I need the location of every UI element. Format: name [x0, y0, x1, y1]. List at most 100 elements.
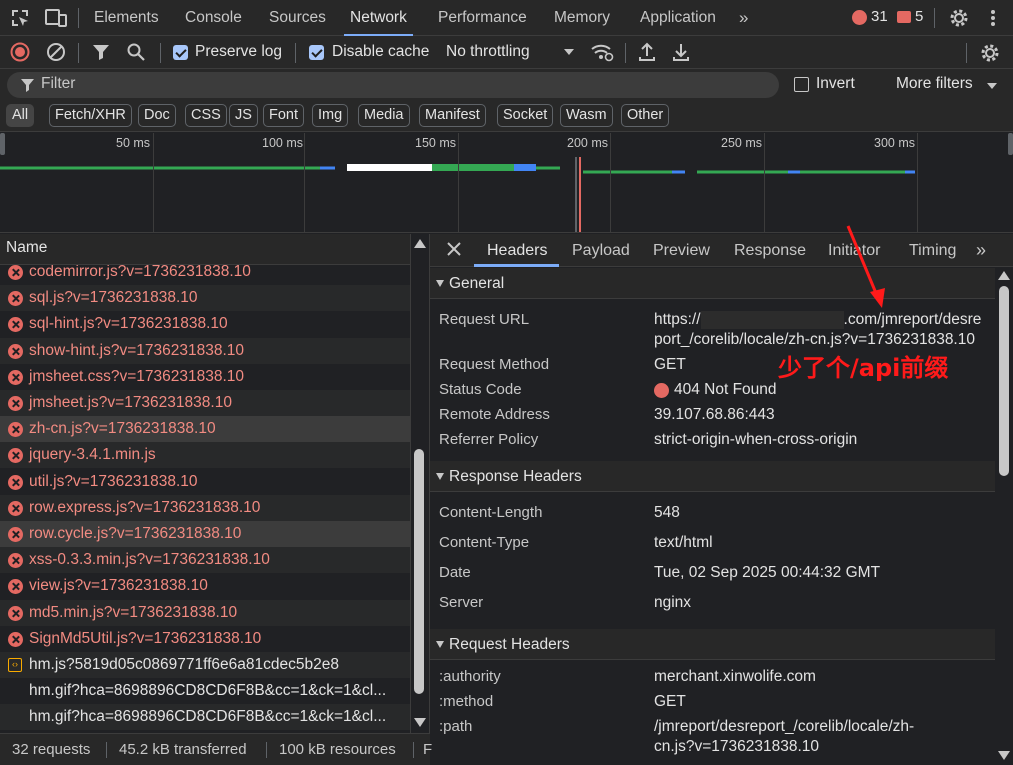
details-scrollbar[interactable] — [996, 267, 1013, 765]
tab-performance[interactable]: Performance — [438, 0, 527, 36]
collapse-triangle-icon — [436, 280, 444, 287]
request-name: show-hint.js?v=1736231838.10 — [29, 341, 245, 359]
script-file-icon: ‹› — [8, 658, 22, 672]
chip-img[interactable]: Img — [312, 104, 349, 127]
request-row[interactable]: zh-cn.js?v=1736231838.10 — [0, 416, 410, 443]
tab-response[interactable]: Response — [734, 234, 806, 267]
chip-manifest[interactable]: Manifest — [419, 104, 486, 127]
overview-left-handle[interactable] — [0, 133, 5, 155]
error-x-icon — [8, 265, 23, 280]
request-url-value: https:// .com/jmreport/desre — [654, 311, 981, 329]
tab-sources[interactable]: Sources — [269, 0, 326, 36]
more-tabs-icon[interactable]: » — [739, 0, 748, 36]
tab-timing[interactable]: Timing — [909, 234, 956, 267]
request-row[interactable]: sql.js?v=1736231838.10 — [0, 285, 410, 312]
throttling-select[interactable]: No throttling — [446, 36, 530, 69]
request-list-scrollbar[interactable] — [410, 234, 428, 734]
request-name: row.cycle.js?v=1736231838.10 — [29, 525, 242, 542]
request-row[interactable]: sql-hint.js?v=1736231838.10 — [0, 311, 410, 337]
filter-funnel-icon[interactable] — [92, 43, 110, 61]
clear-icon[interactable] — [46, 42, 66, 62]
chip-socket[interactable]: Socket — [497, 104, 554, 127]
request-name: jquery-3.4.1.min.js — [29, 446, 156, 464]
chip-all[interactable]: All — [6, 104, 35, 127]
header-value: 548 — [654, 504, 680, 521]
name-column-header[interactable]: Name — [0, 234, 410, 265]
timeline-overview[interactable] — [0, 132, 1013, 233]
scroll-down-arrow-icon[interactable] — [998, 751, 1010, 760]
search-icon[interactable] — [127, 43, 145, 61]
request-row[interactable]: ‹› hm.js?5819d05c0869771ff6e6a81cdec5b2e8 — [0, 652, 410, 678]
url-path-part: .com/jmreport/desre — [843, 311, 982, 329]
network-conditions-icon[interactable] — [590, 42, 614, 62]
scroll-down-arrow-icon[interactable] — [414, 718, 426, 727]
annotation-arrow — [846, 225, 885, 308]
request-row[interactable]: jmsheet.css?v=1736231838.10 — [0, 364, 410, 390]
status-code-value: 404 Not Found — [674, 381, 777, 398]
request-count: 32 requests — [12, 741, 91, 758]
scroll-up-arrow-icon[interactable] — [998, 271, 1010, 280]
scroll-up-arrow-icon[interactable] — [414, 239, 426, 248]
request-row[interactable]: show-hint.js?v=1736231838.10 — [0, 337, 410, 364]
filter-input[interactable]: Filter — [7, 72, 779, 98]
scroll-thumb[interactable] — [999, 286, 1009, 476]
request-row[interactable]: row.express.js?v=1736231838.10 — [0, 494, 410, 521]
request-row[interactable]: md5.min.js?v=1736231838.10 — [0, 599, 410, 626]
request-row[interactable]: jmsheet.js?v=1736231838.10 — [0, 390, 410, 416]
network-settings-gear-icon[interactable] — [979, 42, 1001, 64]
request-row[interactable]: view.js?v=1736231838.10 — [0, 573, 410, 599]
request-row[interactable]: util.js?v=1736231838.10 — [0, 469, 410, 495]
tab-payload[interactable]: Payload — [572, 234, 630, 267]
timeline-tick-label: 300 ms — [874, 136, 915, 150]
general-section-header[interactable]: General — [430, 268, 995, 299]
export-har-icon[interactable] — [672, 42, 690, 62]
request-row[interactable]: SignMd5Util.js?v=1736231838.10 — [0, 626, 410, 652]
chip-wasm[interactable]: Wasm — [560, 104, 613, 127]
settings-gear-icon[interactable] — [948, 7, 970, 29]
invert-checkbox[interactable] — [794, 77, 809, 92]
chevron-down-icon[interactable] — [564, 49, 574, 55]
request-row[interactable]: jquery-3.4.1.min.js — [0, 442, 410, 469]
more-tabs-icon[interactable]: » — [976, 234, 986, 267]
tab-console[interactable]: Console — [185, 0, 242, 36]
more-filters-dropdown[interactable]: More filters — [896, 75, 973, 93]
tab-network[interactable]: Network — [344, 0, 413, 36]
overview-right-handle[interactable] — [1008, 133, 1013, 155]
header-value: text/html — [654, 534, 713, 551]
chip-fetch-xhr[interactable]: Fetch/XHR — [49, 104, 132, 127]
close-details-icon[interactable] — [445, 240, 463, 258]
device-toolbar-icon[interactable] — [45, 8, 67, 28]
tab-elements[interactable]: Elements — [94, 0, 159, 36]
request-row[interactable]: row.cycle.js?v=1736231838.10 — [0, 521, 410, 547]
preserve-log-checkbox[interactable] — [173, 45, 188, 60]
tab-headers[interactable]: Headers — [487, 234, 547, 267]
tab-application[interactable]: Application — [640, 0, 716, 36]
request-row[interactable]: xss-0.3.3.min.js?v=1736231838.10 — [0, 547, 410, 574]
response-headers-section-header[interactable]: Response Headers — [430, 461, 995, 492]
section-title: Response Headers — [449, 468, 582, 485]
filter-placeholder: Filter — [41, 75, 76, 92]
chip-other[interactable]: Other — [621, 104, 670, 127]
kebab-menu-icon[interactable] — [990, 9, 996, 27]
inspect-element-icon[interactable] — [10, 8, 30, 28]
stop-recording-icon[interactable] — [10, 42, 30, 62]
disable-cache-checkbox[interactable] — [309, 45, 324, 60]
request-row[interactable]: hm.gif?hca=8698896CD8CD6F8B&cc=1&ck=1&cl… — [0, 678, 410, 704]
request-name: zh-cn.js?v=1736231838.10 — [29, 420, 216, 438]
tab-preview[interactable]: Preview — [653, 234, 710, 267]
chip-css[interactable]: CSS — [185, 104, 227, 127]
import-har-icon[interactable] — [638, 42, 656, 62]
chip-js[interactable]: JS — [229, 104, 258, 127]
disable-cache-label: Disable cache — [332, 43, 430, 60]
scroll-thumb[interactable] — [414, 449, 424, 694]
divider — [295, 43, 296, 63]
request-row[interactable]: hm.gif?hca=8698896CD8CD6F8B&cc=1&ck=1&cl… — [0, 704, 410, 731]
tab-memory[interactable]: Memory — [554, 0, 610, 36]
request-name: util.js?v=1736231838.10 — [29, 472, 198, 490]
chip-doc[interactable]: Doc — [138, 104, 176, 127]
chip-font[interactable]: Font — [263, 104, 305, 127]
chip-media[interactable]: Media — [358, 104, 410, 127]
chevron-down-icon[interactable] — [987, 83, 997, 89]
header-key: Server — [439, 594, 484, 611]
request-headers-section-header[interactable]: Request Headers — [430, 629, 995, 660]
